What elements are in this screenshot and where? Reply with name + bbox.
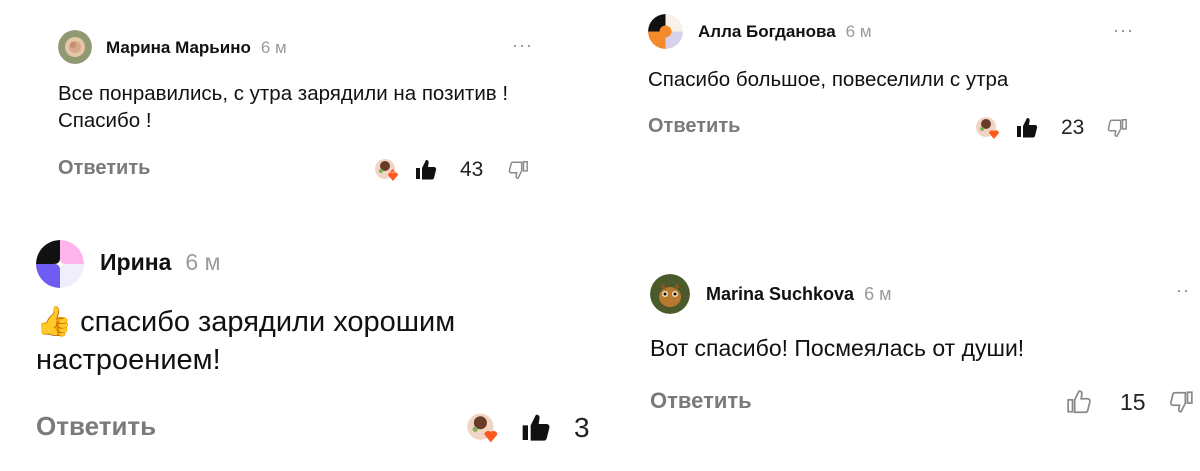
- timestamp: 6 м: [864, 283, 892, 304]
- thumbs-up-filled-icon[interactable]: [414, 158, 438, 182]
- thumbs-down-outline-icon[interactable]: [1168, 389, 1194, 415]
- reply-button[interactable]: Ответить: [36, 411, 156, 442]
- comment-text: Спасибо большое, повеселили с утра: [648, 68, 1009, 91]
- comment-text: Вот спасибо! Посмеялась от души!: [650, 335, 1025, 361]
- avatar[interactable]: [36, 240, 84, 288]
- avatar[interactable]: [650, 274, 690, 314]
- reply-button[interactable]: Ответить: [648, 115, 740, 138]
- more-icon[interactable]: ···: [1113, 20, 1134, 41]
- reaction-avatar-icon[interactable]: [374, 157, 400, 183]
- more-icon[interactable]: ··: [1176, 280, 1190, 301]
- thumbs-up-filled-icon[interactable]: [520, 412, 552, 444]
- avatar[interactable]: [58, 30, 92, 64]
- author-name[interactable]: Марина Марьино: [106, 38, 251, 58]
- timestamp: 6 м: [185, 248, 221, 275]
- likes-count: 23: [1061, 116, 1085, 139]
- author-name[interactable]: Marina Suchkova: [706, 284, 854, 305]
- likes-count: 43: [460, 158, 484, 181]
- comment-text: 👍 спасибо зарядили хорошим настроением!: [36, 306, 456, 376]
- thumbs-up-filled-icon[interactable]: [1015, 116, 1039, 140]
- reaction-avatar-icon[interactable]: [975, 115, 1001, 141]
- likes-count: 3: [574, 412, 590, 443]
- thumbs-up-outline-icon[interactable]: [1066, 389, 1092, 415]
- likes-count: 15: [1120, 388, 1146, 415]
- author-name[interactable]: Алла Богданова: [698, 22, 836, 42]
- timestamp: 6 м: [260, 38, 287, 57]
- thumbs-down-outline-icon[interactable]: [1106, 117, 1128, 139]
- thumbs-up-emoji: 👍: [36, 306, 73, 338]
- reply-button[interactable]: Ответить: [58, 157, 150, 180]
- timestamp: 6 м: [845, 22, 872, 41]
- comment-text: Все понравились, с утра зарядили на пози…: [58, 82, 509, 133]
- reply-button[interactable]: Ответить: [650, 388, 752, 414]
- thumbs-down-outline-icon[interactable]: [507, 159, 529, 181]
- author-name[interactable]: Ирина: [100, 249, 171, 276]
- avatar[interactable]: [648, 14, 683, 49]
- more-icon[interactable]: ···: [512, 35, 533, 56]
- reaction-avatar-icon[interactable]: [466, 411, 500, 445]
